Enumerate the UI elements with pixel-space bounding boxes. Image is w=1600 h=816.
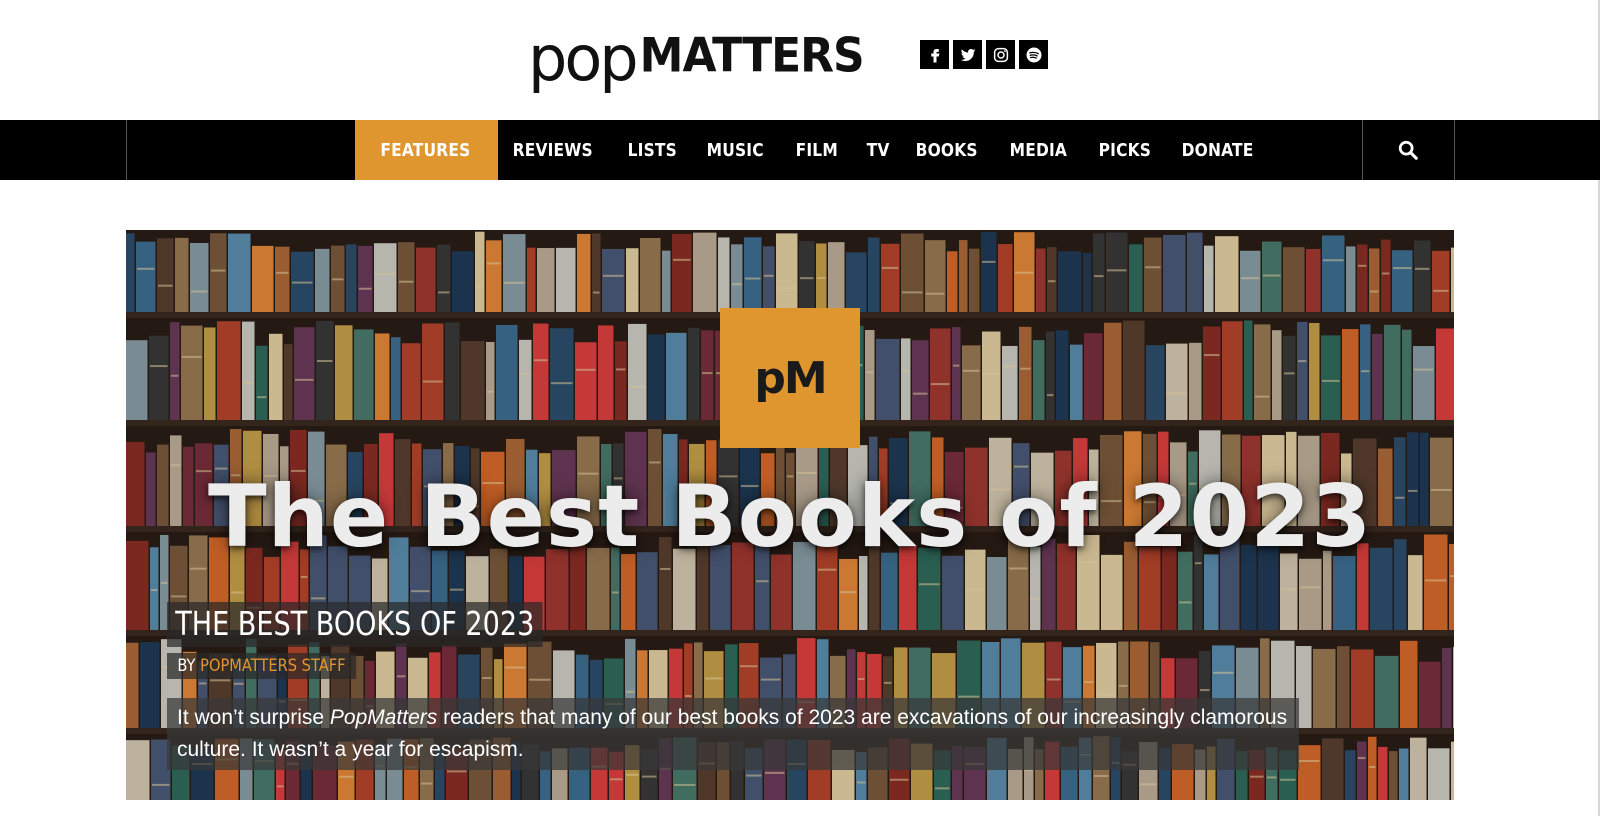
site-logo[interactable]: pop MATTERS (528, 18, 865, 95)
hero-image-title: The Best Books of 2023 (207, 467, 1373, 567)
article-excerpt: It won’t surprise PopMatters readers tha… (167, 698, 1299, 770)
search-icon (1398, 140, 1418, 160)
nav-item-books[interactable]: BOOKS (901, 120, 992, 180)
site-header: pop MATTERS (0, 0, 1600, 120)
nav-divider (1454, 120, 1455, 180)
nav-item-features[interactable]: FEATURES (355, 120, 498, 180)
nav-item-tv[interactable]: TV (852, 120, 904, 180)
nav-item-picks[interactable]: PICKS (1084, 120, 1166, 180)
excerpt-text-start: It won’t surprise (177, 706, 330, 729)
byline-author[interactable]: POPMATTERS STAFF (200, 656, 345, 676)
logo-matters-text: MATTERS (639, 28, 865, 84)
nav-item-donate[interactable]: DONATE (1167, 120, 1268, 180)
nav-item-film[interactable]: FILM (781, 120, 853, 180)
pm-logo-text: pM (754, 352, 827, 404)
logo-pop-text: pop (528, 22, 639, 95)
search-button[interactable] (1362, 120, 1454, 180)
byline-prefix: BY (177, 656, 196, 676)
nav-menu: FEATURES REVIEWS LISTS MUSIC FILM TV BOO… (355, 120, 1272, 180)
instagram-icon[interactable] (986, 40, 1015, 69)
hero-feature[interactable]: pM The Best Books of 2023 THE BEST BOOKS… (126, 230, 1454, 800)
nav-item-reviews[interactable]: REVIEWS (498, 120, 607, 180)
main-nav: FEATURES REVIEWS LISTS MUSIC FILM TV BOO… (0, 120, 1600, 180)
nav-item-lists[interactable]: LISTS (613, 120, 692, 180)
pm-logo-badge: pM (720, 308, 860, 448)
article-title[interactable]: THE BEST BOOKS OF 2023 (167, 602, 543, 647)
nav-item-media[interactable]: MEDIA (995, 120, 1082, 180)
excerpt-emphasis: PopMatters (329, 706, 438, 729)
social-links (920, 40, 1048, 69)
spotify-icon[interactable] (1019, 40, 1048, 69)
facebook-icon[interactable] (920, 40, 949, 69)
twitter-icon[interactable] (953, 40, 982, 69)
nav-item-music[interactable]: MUSIC (692, 120, 778, 180)
nav-divider (126, 120, 127, 180)
article-byline: BY POPMATTERS STAFF (167, 653, 356, 679)
